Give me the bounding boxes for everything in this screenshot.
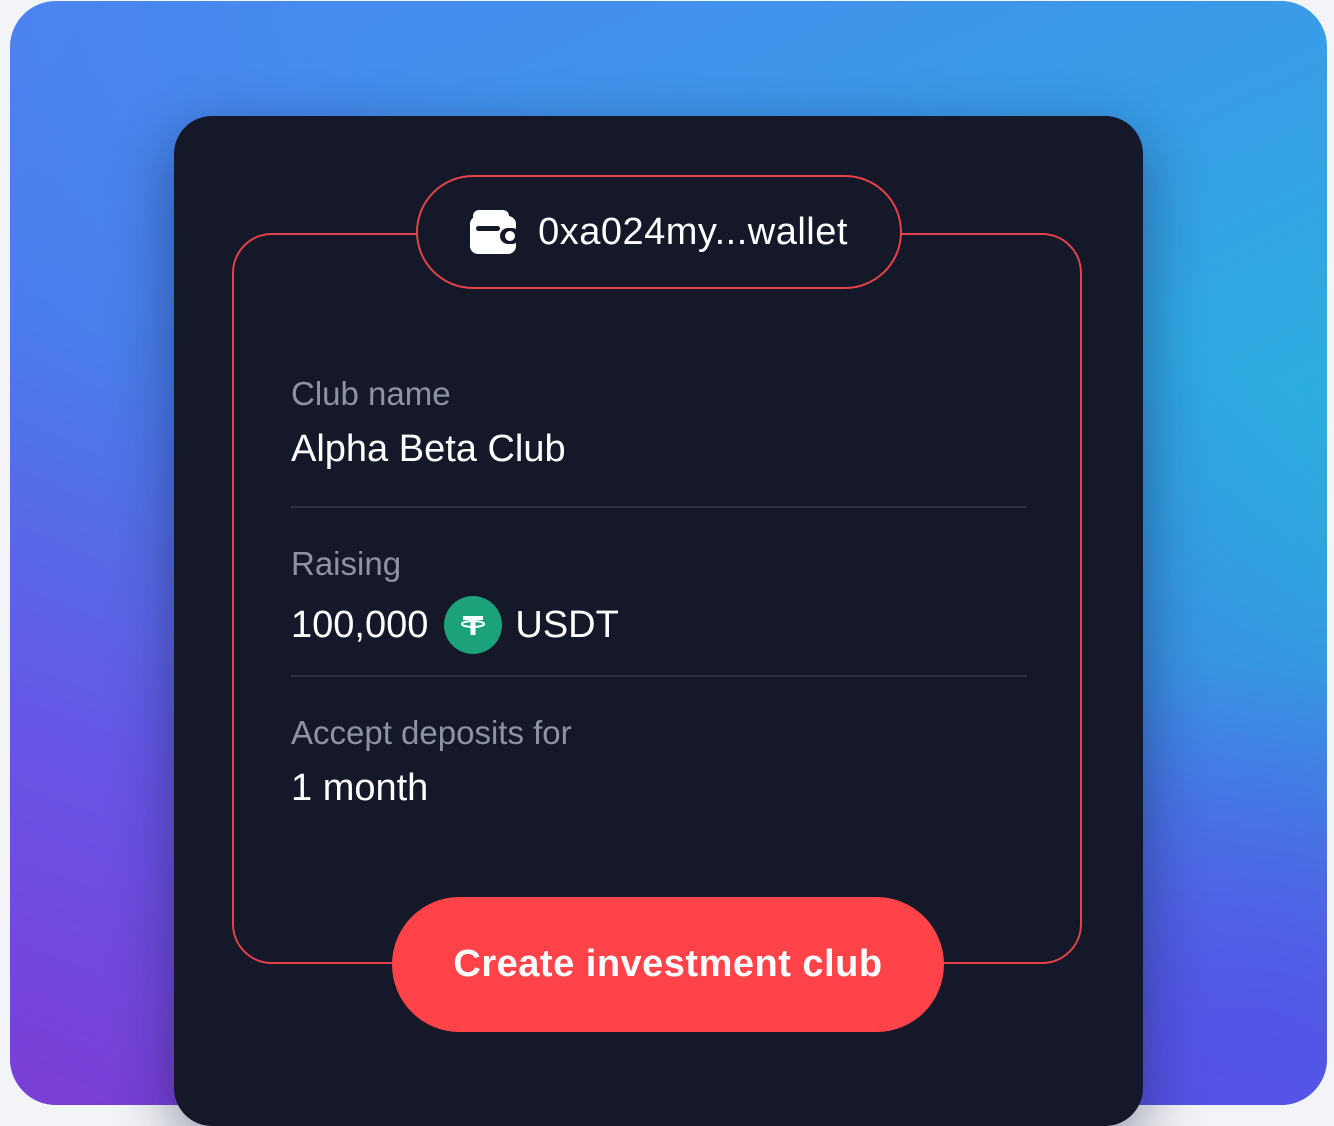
raising-currency: USDT <box>515 604 619 646</box>
deposits-field[interactable]: Accept deposits for 1 month <box>291 713 1027 811</box>
wallet-address: 0xa024my...wallet <box>538 210 848 253</box>
club-name-value: Alpha Beta Club <box>291 428 566 470</box>
create-club-card: 0xa024my...wallet Club name Alpha Beta C… <box>174 116 1143 1126</box>
create-investment-club-button[interactable]: Create investment club <box>392 897 944 1032</box>
deposits-label: Accept deposits for <box>291 714 572 751</box>
club-name-label: Club name <box>291 375 451 412</box>
wallet-button[interactable]: 0xa024my...wallet <box>416 175 902 289</box>
club-name-field[interactable]: Club name Alpha Beta Club <box>291 374 1027 472</box>
raising-amount: 100,000 <box>291 604 429 646</box>
raising-label: Raising <box>291 545 402 582</box>
tether-icon <box>444 596 503 654</box>
divider <box>291 675 1027 677</box>
deposits-value: 1 month <box>291 767 429 809</box>
raising-value: 100,000 USDT <box>291 596 1027 654</box>
raising-field[interactable]: Raising 100,000 USDT <box>291 544 1027 654</box>
wallet-icon <box>470 210 521 254</box>
divider <box>291 506 1027 508</box>
